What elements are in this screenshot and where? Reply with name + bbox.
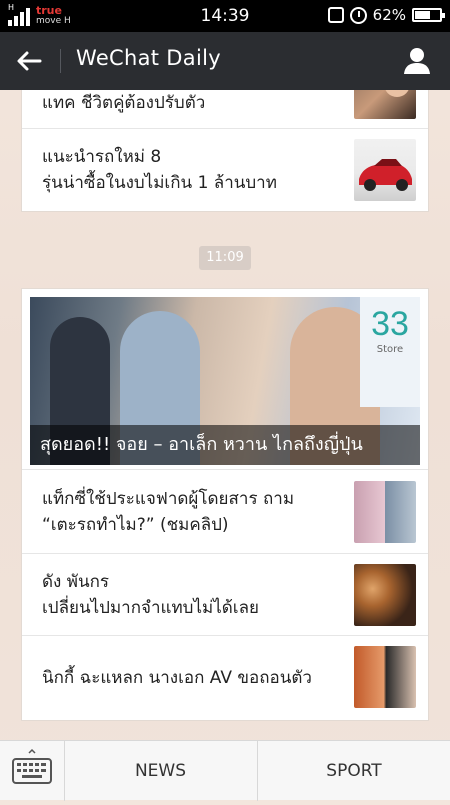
battery-percent: 62% [372, 6, 406, 24]
list-item[interactable]: นิกกี้ ฉะแหลก นางเอก AV ขอถอนตัว [22, 636, 428, 720]
news-title: แท็กซี่ใช้ประแจฟาดผู้โดยสาร ถาม “เตะรถทำ… [42, 488, 295, 535]
vibrate-icon [327, 7, 344, 23]
timestamp-badge: 11:09 [199, 246, 251, 270]
store-sign-text: 33 [371, 305, 409, 343]
tab-sport[interactable]: SPORT [258, 741, 450, 801]
keyboard-icon [12, 748, 52, 784]
bottom-menu-bar: NEWS SPORT [0, 740, 450, 801]
news-card: 33 Store สุดยอด!! จอย – อาเล็ก หวาน ไกลถ… [21, 288, 429, 721]
status-bar: H true move H 14:39 62% [0, 0, 450, 32]
keyboard-toggle-button[interactable] [0, 741, 65, 801]
title-bar: WeChat Daily [0, 32, 450, 90]
news-title: ดัง พันกร เปลี่ยนไปมากจำแทบไม่ได้เลย [42, 571, 259, 618]
battery-icon [412, 8, 445, 22]
news-thumbnail [354, 139, 416, 201]
news-thumbnail [354, 564, 416, 626]
header-divider [60, 49, 61, 73]
profile-button[interactable] [402, 46, 432, 76]
list-item[interactable]: แท็กซี่ใช้ประแจฟาดผู้โดยสาร ถาม “เตะรถทำ… [22, 470, 428, 554]
page-title: WeChat Daily [76, 46, 221, 70]
alarm-icon [349, 6, 367, 24]
list-item[interactable]: ดัง พันกร เปลี่ยนไปมากจำแทบไม่ได้เลย [22, 554, 428, 636]
hero-article[interactable]: 33 Store สุดยอด!! จอย – อาเล็ก หวาน ไกลถ… [22, 289, 428, 470]
tab-news[interactable]: NEWS [64, 741, 258, 801]
car-image [359, 159, 412, 191]
news-title: นิกกี้ ฉะแหลก นางเอก AV ขอถอนตัว [42, 668, 312, 688]
news-title: แนะนำรถใหม่ 8 รุ่นน่าซื้อในงบไม่เกิน 1 ล… [42, 147, 277, 193]
news-thumbnail [354, 481, 416, 543]
news-title: แทค ชีวิตคู่ต้องปรับตัว [42, 93, 206, 113]
arrow-left-icon [17, 51, 42, 71]
news-card: แทค ชีวิตคู่ต้องปรับตัว แนะนำรถใหม่ 8 รุ… [21, 90, 429, 212]
list-item[interactable]: แทค ชีวิตคู่ต้องปรับตัว [22, 90, 428, 129]
news-thumbnail [354, 90, 416, 119]
person-icon [404, 48, 430, 74]
status-icons: 62% [327, 6, 445, 24]
back-button[interactable] [12, 45, 46, 77]
store-sign-sub: Store [376, 344, 404, 355]
hero-caption: สุดยอด!! จอย – อาเล็ก หวาน ไกลถึงญี่ปุ่น [30, 425, 420, 465]
message-feed[interactable]: แทค ชีวิตคู่ต้องปรับตัว แนะนำรถใหม่ 8 รุ… [0, 90, 450, 740]
news-thumbnail [354, 646, 416, 708]
list-item[interactable]: แนะนำรถใหม่ 8 รุ่นน่าซื้อในงบไม่เกิน 1 ล… [22, 129, 428, 211]
